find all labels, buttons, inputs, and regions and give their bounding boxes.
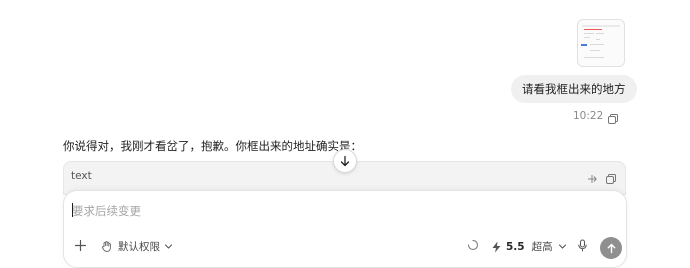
copy-code-icon[interactable] [605,170,617,184]
scroll-to-bottom-button[interactable] [333,149,357,173]
chevron-down-icon [164,244,173,249]
message-timestamp: 10:22 [573,110,604,122]
code-language-label: text [71,170,92,182]
composer-input[interactable] [72,202,612,220]
add-attachment-button[interactable] [74,239,87,252]
user-message-bubble: 请看我框出来的地方 [511,75,637,103]
model-mode: 超高 [531,241,553,253]
microphone-icon [578,239,587,252]
loading-spinner-icon [467,239,479,251]
lightning-icon [492,241,501,252]
wrap-icon[interactable] [586,170,598,183]
text-caret [72,203,73,217]
microphone-button[interactable] [577,239,588,252]
user-message-text: 请看我框出来的地方 [522,82,626,96]
composer: 默认权限 5.5 超高 [63,190,627,268]
copy-icon[interactable] [607,110,619,124]
arrow-down-icon [340,155,350,167]
hand-icon [101,241,111,252]
permissions-dropdown[interactable]: 默认权限 [100,239,173,254]
model-version: 5.5 [506,240,525,253]
image-attachment-thumbnail[interactable] [577,19,625,67]
send-button[interactable] [600,237,622,259]
chevron-down-icon [558,244,566,249]
model-selector-dropdown[interactable]: 5.5 超高 [491,239,567,254]
arrow-up-icon [607,243,615,253]
assistant-message-text: 你说得对，我刚才看岔了，抱歉。你框出来的地址确实是： [63,139,362,153]
plus-icon [74,239,87,252]
permissions-label: 默认权限 [118,241,160,253]
